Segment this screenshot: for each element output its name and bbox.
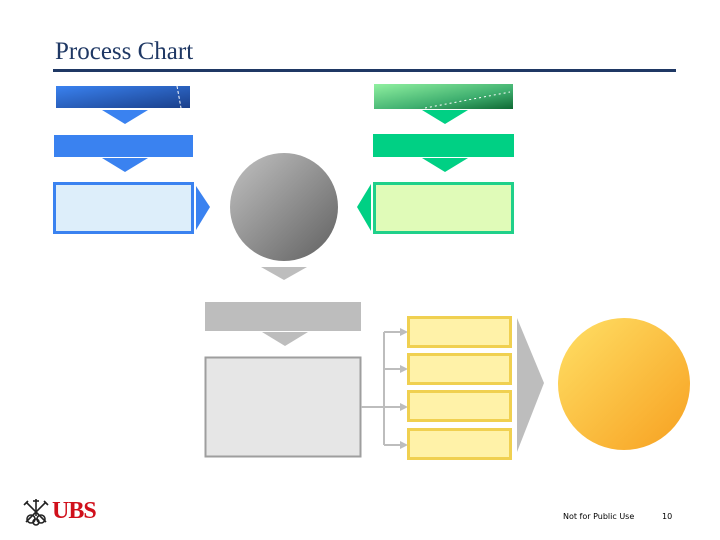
result-chevron-arrow xyxy=(517,318,544,452)
output-box xyxy=(407,353,512,385)
output-boxes xyxy=(407,316,512,460)
ubs-keys-logo-icon xyxy=(23,499,49,526)
ubs-logo-text: UBS xyxy=(52,498,97,524)
output-box xyxy=(407,428,512,460)
connector-arrowhead xyxy=(400,441,408,449)
result-circle xyxy=(558,318,690,450)
connector-arrowheads xyxy=(400,328,408,449)
left-right-arrow xyxy=(196,186,210,230)
left-box xyxy=(53,182,194,234)
right-left-arrow xyxy=(357,184,371,231)
connector-arrowhead xyxy=(400,403,408,411)
center-bar xyxy=(205,302,361,331)
center-box xyxy=(204,356,362,458)
right-step-bar xyxy=(373,134,514,157)
connector-lines xyxy=(361,331,402,446)
right-box xyxy=(373,182,514,234)
left-down-arrow-2 xyxy=(102,158,148,172)
center-down-arrow-2 xyxy=(262,332,308,346)
left-column xyxy=(53,85,210,234)
right-down-arrow-2 xyxy=(422,158,468,172)
center-circle xyxy=(230,153,338,261)
output-box xyxy=(407,316,512,348)
center-column xyxy=(204,153,362,458)
right-down-arrow-1 xyxy=(422,110,468,124)
footer-note: Not for Public Use xyxy=(563,512,635,521)
right-column xyxy=(357,84,514,234)
connector-arrowhead xyxy=(400,365,408,373)
connector-arrowhead xyxy=(400,328,408,336)
left-step-bar xyxy=(54,135,193,157)
output-box xyxy=(407,390,512,422)
left-down-arrow-1 xyxy=(102,110,148,124)
left-header-bar xyxy=(56,86,190,108)
right-header-bar xyxy=(374,84,513,109)
center-down-arrow-1 xyxy=(261,267,307,280)
page-number: 10 xyxy=(662,512,673,521)
process-diagram xyxy=(23,84,690,526)
